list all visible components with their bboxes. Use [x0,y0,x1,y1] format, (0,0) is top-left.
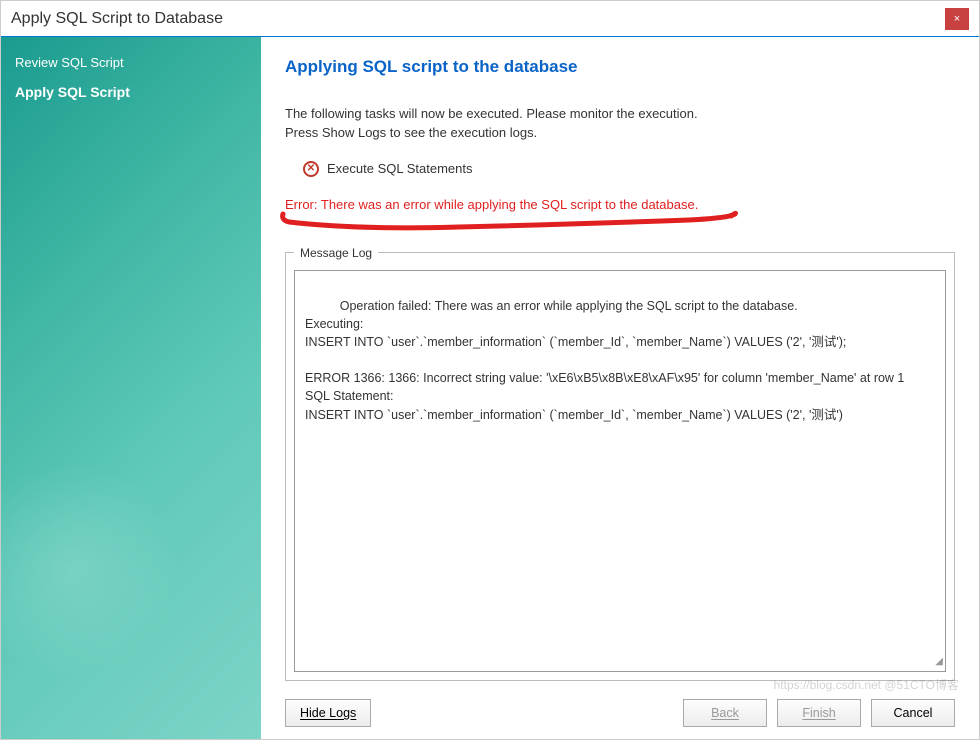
resize-grip-icon: ◢ [935,655,943,670]
close-icon: × [954,13,960,25]
sidebar-step-apply[interactable]: Apply SQL Script [15,84,247,100]
main-panel: Applying SQL script to the database The … [261,37,979,739]
dialog-window: Apply SQL Script to Database × Review SQ… [0,0,980,740]
message-log-textarea[interactable]: Operation failed: There was an error whi… [294,270,946,672]
sidebar-step-review[interactable]: Review SQL Script [15,55,247,70]
window-title: Apply SQL Script to Database [11,10,945,28]
page-heading: Applying SQL script to the database [285,57,955,77]
button-row: Hide Logs Back Finish Cancel [285,699,955,727]
intro-line-2: Press Show Logs to see the execution log… [285,124,955,143]
intro-text: The following tasks will now be executed… [285,105,955,143]
message-log-content: Operation failed: There was an error whi… [305,299,904,422]
titlebar: Apply SQL Script to Database × [1,1,979,37]
wizard-sidebar: Review SQL Script Apply SQL Script [1,37,261,739]
dialog-body: Review SQL Script Apply SQL Script Apply… [1,37,979,739]
message-log-legend: Message Log [294,246,378,260]
intro-line-1: The following tasks will now be executed… [285,105,955,124]
close-button[interactable]: × [945,8,969,30]
task-row: ✕ Execute SQL Statements [303,161,955,177]
cancel-button[interactable]: Cancel [871,699,955,727]
cross-icon: ✕ [307,164,315,174]
back-button: Back [683,699,767,727]
task-label: Execute SQL Statements [327,161,472,176]
hide-logs-button[interactable]: Hide Logs [285,699,371,727]
hand-drawn-underline [285,216,955,238]
error-status-icon: ✕ [303,161,319,177]
message-log-fieldset: Message Log Operation failed: There was … [285,246,955,681]
finish-button: Finish [777,699,861,727]
